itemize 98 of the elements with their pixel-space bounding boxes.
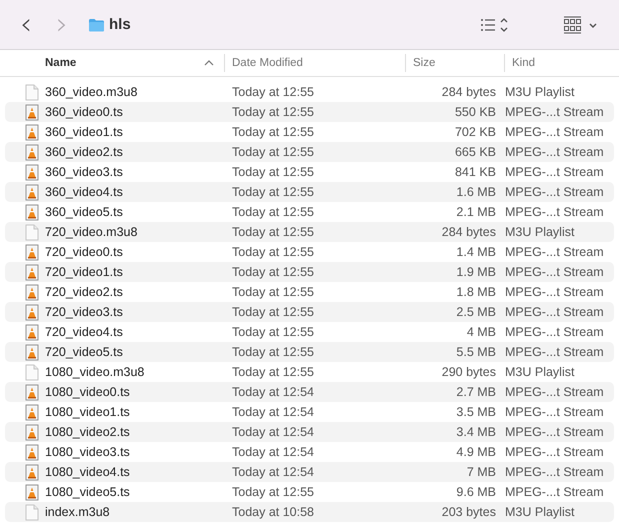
grid-view-icon[interactable]: [563, 16, 599, 34]
file-kind: MPEG-...t Stream: [505, 405, 604, 419]
file-name[interactable]: 720_video4.ts: [45, 325, 123, 339]
date-modified: Today at 12:55: [232, 125, 314, 139]
file-size: 1.6 MB: [456, 185, 496, 199]
file-name[interactable]: 1080_video3.ts: [45, 445, 130, 459]
date-modified: Today at 12:55: [232, 105, 314, 119]
file-size: 7 MB: [466, 465, 496, 479]
date-modified: Today at 12:55: [232, 345, 314, 359]
file-name[interactable]: 720_video2.ts: [45, 285, 123, 299]
date-modified: Today at 12:55: [232, 165, 314, 179]
file-name[interactable]: 1080_video4.ts: [45, 465, 130, 479]
date-modified: Today at 12:55: [232, 305, 314, 319]
file-size: 841 KB: [454, 165, 496, 179]
file-kind: MPEG-...t Stream: [505, 285, 604, 299]
file-name[interactable]: 360_video.m3u8: [45, 85, 138, 99]
file-size: 665 KB: [454, 145, 496, 159]
file-name[interactable]: 1080_video.m3u8: [45, 365, 144, 379]
file-size: 4 MB: [466, 325, 496, 339]
file-kind: MPEG-...t Stream: [505, 305, 604, 319]
file-size: 4.9 MB: [456, 445, 496, 459]
column-header[interactable]: Name: [0, 54, 225, 72]
date-modified: Today at 12:55: [232, 325, 314, 339]
file-size: 2.7 MB: [456, 385, 496, 399]
file-kind: MPEG-...t Stream: [505, 385, 604, 399]
file-name[interactable]: 360_video5.ts: [45, 205, 123, 219]
file-kind: M3U Playlist: [505, 505, 574, 519]
file-kind: MPEG-...t Stream: [505, 265, 604, 279]
file-name[interactable]: 360_video1.ts: [45, 125, 123, 139]
file-kind: M3U Playlist: [505, 225, 574, 239]
back-button[interactable]: ‹: [14, 10, 38, 40]
file-kind: MPEG-...t Stream: [505, 425, 604, 439]
date-modified: Today at 12:55: [232, 185, 314, 199]
column-header[interactable]: Kind: [505, 54, 619, 72]
file-size: 550 KB: [454, 105, 496, 119]
file-name[interactable]: 720_video3.ts: [45, 305, 123, 319]
file-kind: MPEG-...t Stream: [505, 485, 604, 499]
date-modified: Today at 12:54: [232, 445, 314, 459]
file-name[interactable]: 720_video5.ts: [45, 345, 123, 359]
folder-icon: [88, 18, 105, 32]
date-modified: Today at 12:55: [232, 245, 314, 259]
column-header[interactable]: Date Modified: [225, 54, 406, 72]
date-modified: Today at 12:55: [232, 365, 314, 379]
file-size: 284 bytes: [442, 225, 496, 239]
file-name[interactable]: index.m3u8: [45, 505, 110, 519]
file-name[interactable]: 720_video0.ts: [45, 245, 123, 259]
date-modified: Today at 12:55: [232, 265, 314, 279]
date-modified: Today at 12:54: [232, 405, 314, 419]
file-name[interactable]: 360_video0.ts: [45, 105, 123, 119]
file-name[interactable]: 1080_video1.ts: [45, 405, 130, 419]
file-size: 2.5 MB: [456, 305, 496, 319]
file-size: 9.6 MB: [456, 485, 496, 499]
date-modified: Today at 12:55: [232, 85, 314, 99]
file-size: 2.1 MB: [456, 205, 496, 219]
file-name[interactable]: 720_video.m3u8: [45, 225, 138, 239]
file-kind: MPEG-...t Stream: [505, 185, 604, 199]
file-kind: MPEG-...t Stream: [505, 445, 604, 459]
file-kind: MPEG-...t Stream: [505, 165, 604, 179]
file-name[interactable]: 720_video1.ts: [45, 265, 123, 279]
date-modified: Today at 12:55: [232, 285, 314, 299]
file-size: 5.5 MB: [456, 345, 496, 359]
file-kind: MPEG-...t Stream: [505, 105, 604, 119]
file-kind: MPEG-...t Stream: [505, 205, 604, 219]
date-modified: Today at 12:55: [232, 225, 314, 239]
date-modified: Today at 12:55: [232, 205, 314, 219]
file-name[interactable]: 1080_video2.ts: [45, 425, 130, 439]
file-kind: MPEG-...t Stream: [505, 325, 604, 339]
file-kind: M3U Playlist: [505, 365, 574, 379]
file-size: 1.8 MB: [456, 285, 496, 299]
file-size: 290 bytes: [442, 365, 496, 379]
file-size: 3.4 MB: [456, 425, 496, 439]
date-modified: Today at 12:54: [232, 465, 314, 479]
window-title: hls: [109, 16, 131, 33]
date-modified: Today at 12:54: [232, 385, 314, 399]
file-name[interactable]: 360_video4.ts: [45, 185, 123, 199]
file-size: 3.5 MB: [456, 405, 496, 419]
file-name[interactable]: 1080_video5.ts: [45, 485, 130, 499]
file-kind: MPEG-...t Stream: [505, 465, 604, 479]
file-kind: MPEG-...t Stream: [505, 245, 604, 259]
date-modified: Today at 12:55: [232, 485, 314, 499]
file-name[interactable]: 360_video2.ts: [45, 145, 123, 159]
file-kind: M3U Playlist: [505, 85, 574, 99]
list-view-icon[interactable]: [480, 16, 508, 32]
file-size: 1.9 MB: [456, 265, 496, 279]
file-name[interactable]: 360_video3.ts: [45, 165, 123, 179]
file-size: 1.4 MB: [456, 245, 496, 259]
column-header[interactable]: Size: [406, 54, 505, 72]
file-name[interactable]: 1080_video0.ts: [45, 385, 130, 399]
date-modified: Today at 12:54: [232, 425, 314, 439]
file-kind: MPEG-...t Stream: [505, 345, 604, 359]
date-modified: Today at 10:58: [232, 505, 314, 519]
file-kind: MPEG-...t Stream: [505, 145, 604, 159]
file-size: 203 bytes: [442, 505, 496, 519]
file-size: 284 bytes: [442, 85, 496, 99]
date-modified: Today at 12:55: [232, 145, 314, 159]
sort-caret-icon: [204, 60, 214, 66]
file-size: 702 KB: [454, 125, 496, 139]
file-kind: MPEG-...t Stream: [505, 125, 604, 139]
